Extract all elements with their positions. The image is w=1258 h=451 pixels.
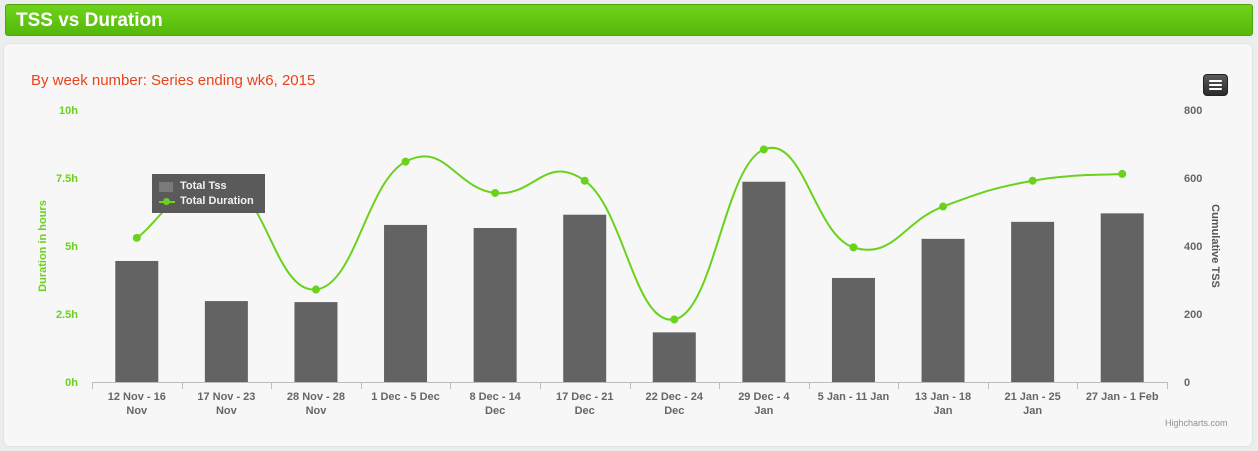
credits-link[interactable]: Highcharts.com	[1165, 418, 1228, 428]
bar-total-tss	[294, 302, 338, 382]
point-total-duration	[759, 145, 768, 154]
point-total-duration	[1028, 176, 1037, 185]
y-left-tick-label: 10h	[59, 105, 78, 117]
bar-total-tss	[1011, 221, 1055, 382]
y-left-tick-label: 5h	[65, 241, 78, 253]
point-total-duration	[1118, 169, 1127, 178]
x-axis-label: 5 Jan - 11 Jan	[818, 391, 890, 403]
y-right-tick-label: 200	[1184, 309, 1202, 321]
y-left-tick-label: 0h	[65, 377, 78, 389]
bar-total-tss	[563, 214, 607, 382]
point-total-duration	[311, 285, 320, 294]
y-right-tick-label: 400	[1184, 241, 1202, 253]
x-axis-label: 17 Dec - 21 Dec	[556, 391, 613, 417]
legend-swatch-tss	[159, 182, 173, 192]
point-total-duration	[491, 188, 500, 197]
x-axis-label: 28 Nov - 28 Nov	[287, 391, 345, 417]
y-right-tick-label: 800	[1184, 105, 1202, 117]
point-total-duration	[401, 157, 410, 166]
y-left-tick-label: 7.5h	[56, 173, 78, 185]
point-total-duration	[132, 233, 141, 242]
y-left-tick-label: 2.5h	[56, 309, 78, 321]
x-axis-label: 21 Jan - 25 Jan	[1004, 391, 1060, 417]
line-total-duration	[136, 146, 1123, 321]
bar-total-tss	[742, 181, 786, 382]
bar-total-tss	[831, 277, 875, 382]
x-axis-label: 1 Dec - 5 Dec	[371, 391, 439, 403]
point-total-duration	[580, 176, 589, 185]
legend-dot-duration	[163, 198, 170, 205]
bar-total-tss	[384, 224, 428, 382]
x-axis-label: 29 Dec - 4 Jan	[738, 391, 790, 417]
x-axis-label: 12 Nov - 16 Nov	[108, 391, 166, 417]
chart-svg: 0h 2.5h 5h 7.5h 10h 0 200 400 600 800 Duration in …	[37, 105, 1221, 417]
y-right-axis-title: Cumulative TSS	[1209, 204, 1221, 288]
bar-total-tss	[473, 227, 517, 382]
x-axis-label: 27 Jan - 1 Feb	[1086, 391, 1159, 403]
x-axis-label: 22 Dec - 24 Dec	[646, 391, 704, 417]
bar-total-tss	[204, 301, 248, 382]
bar-total-tss	[1100, 213, 1144, 382]
y-left-axis-title: Duration in hours	[37, 200, 49, 292]
x-axis-label: 17 Nov - 23 Nov	[197, 391, 255, 417]
x-axis-label: 13 Jan - 18 Jan	[915, 391, 971, 417]
chart-legend: Total Tss Total Duration	[152, 174, 265, 213]
point-total-duration	[939, 202, 948, 211]
point-total-duration	[670, 315, 679, 324]
legend-label-tss: Total Tss	[180, 180, 227, 192]
legend-label-duration: Total Duration	[180, 195, 254, 207]
y-right-tick-label: 0	[1184, 377, 1190, 389]
bar-total-tss	[652, 332, 696, 382]
bar-total-tss	[921, 238, 965, 382]
bar-total-tss	[115, 260, 159, 382]
point-total-duration	[849, 243, 858, 252]
x-axis-label: 8 Dec - 14 Dec	[469, 391, 521, 417]
y-right-tick-label: 600	[1184, 173, 1202, 185]
